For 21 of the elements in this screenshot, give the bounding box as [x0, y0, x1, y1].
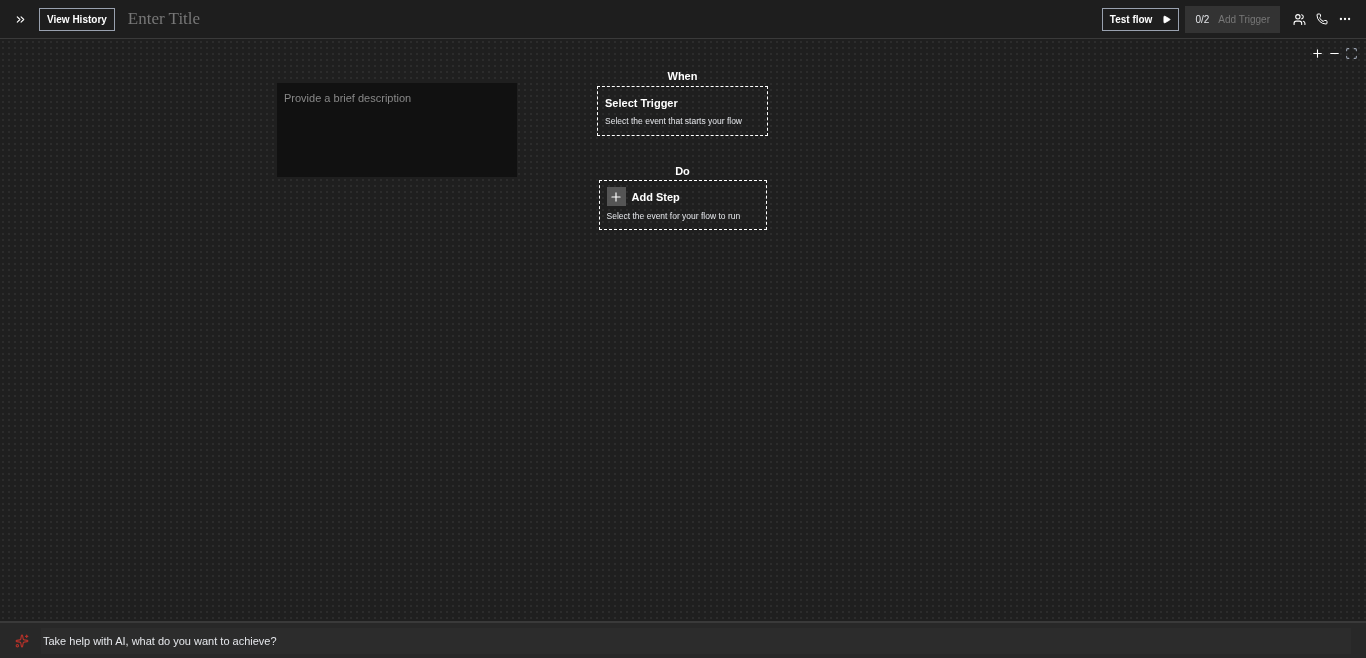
users-icon[interactable] — [1293, 12, 1306, 26]
test-flow-button[interactable]: Test flow — [1101, 7, 1180, 31]
title-field[interactable]: Enter Title — [127, 6, 428, 32]
plus-icon — [606, 187, 626, 207]
trigger-card[interactable]: Select Trigger Select the event that starts your flow — [597, 85, 768, 136]
step-card[interactable]: Add Step Select the event for your flow to run — [598, 180, 767, 230]
card-title: Select Trigger — [605, 95, 679, 111]
card-title: Add Step — [631, 189, 680, 205]
card-subtitle: Select the event for your flow to run — [606, 210, 742, 223]
zoom-in-icon[interactable] — [1311, 47, 1324, 60]
section-heading: When — [667, 69, 698, 84]
card-subtitle: Select the event that starts your flow — [605, 115, 743, 128]
description-field[interactable]: Provide a brief description — [277, 83, 517, 177]
sparkle-icon — [15, 633, 29, 648]
trigger-count: 0/2 — [1195, 12, 1210, 27]
ai-prompt-field[interactable]: Take help with AI, what do you want to achieve? — [41, 627, 1351, 654]
phone-icon[interactable] — [1316, 13, 1328, 25]
fit-view-icon[interactable] — [1345, 47, 1358, 60]
view-history-button[interactable]: View History — [39, 7, 115, 31]
play-icon — [1162, 14, 1172, 24]
section-heading: Do — [675, 163, 690, 179]
